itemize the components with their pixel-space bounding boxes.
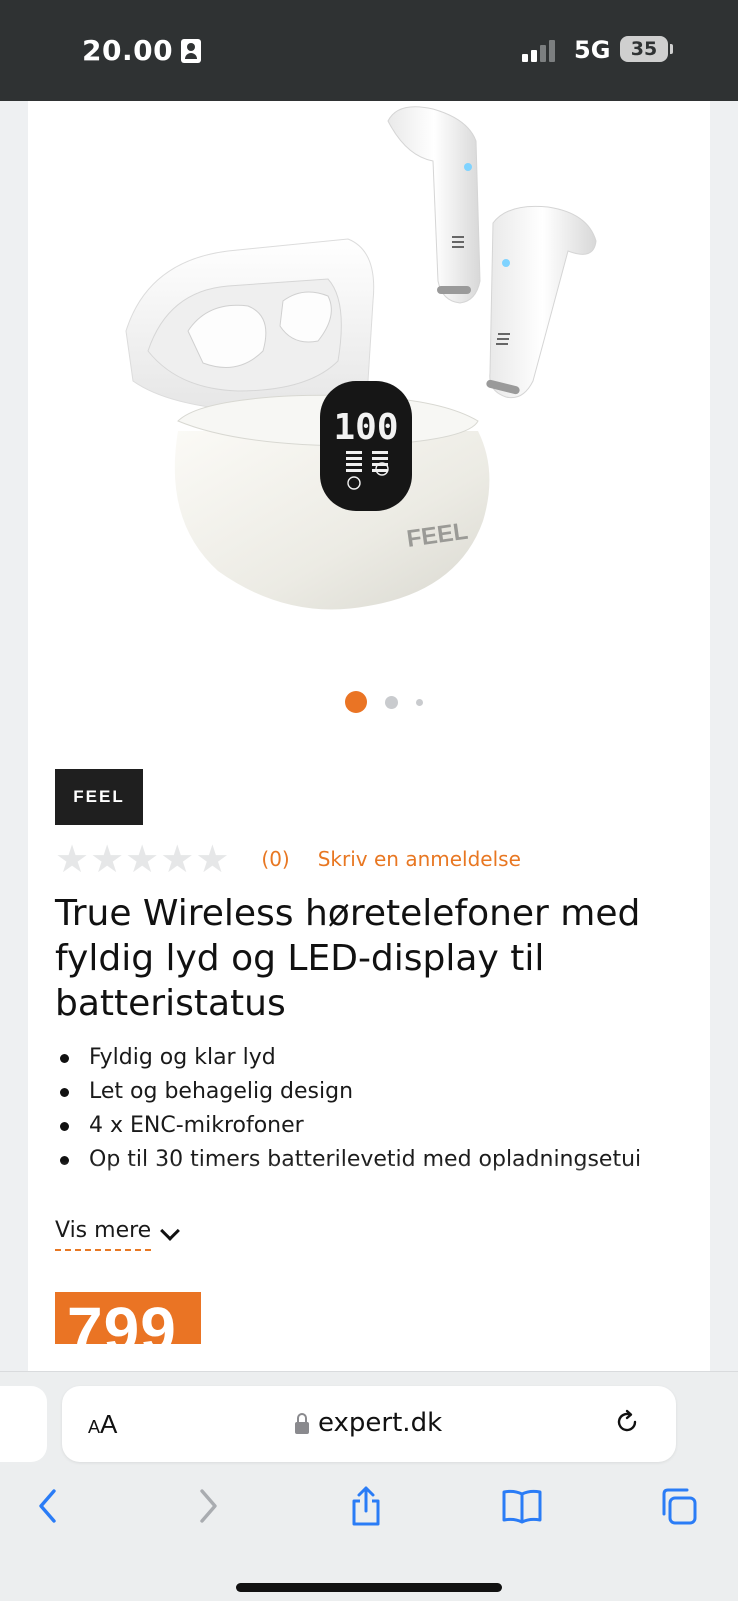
browser-toolbar (0, 1484, 738, 1544)
product-page: 100 FEEL FEEL ★ ★ ★ ★ ★ (0) Skriv en anm… (28, 101, 710, 1371)
home-indicator[interactable] (236, 1583, 502, 1592)
battery-icon: 35 (620, 36, 673, 62)
url-text[interactable]: expert.dk (318, 1408, 442, 1438)
carousel-dot-1[interactable] (345, 691, 367, 713)
feature-fade-overlay (28, 1161, 710, 1211)
feature-item: Fyldig og klar lyd (55, 1041, 695, 1075)
back-button[interactable] (26, 1484, 70, 1528)
chevron-left-icon (39, 1489, 56, 1523)
status-bar: 20.00 5G 35 (0, 0, 738, 101)
show-more-button[interactable]: Vis mere (55, 1218, 181, 1251)
browser-bottom-bar: AA expert.dk (0, 1371, 738, 1601)
status-time: 20.00 (82, 34, 202, 67)
rating-stars: ★ ★ ★ ★ ★ (55, 840, 229, 878)
brand-logo[interactable]: FEEL (55, 769, 143, 825)
forward-button[interactable] (186, 1484, 230, 1528)
product-title: True Wireless høretelefoner med fyldig l… (55, 893, 641, 1024)
tabs-icon (662, 1488, 697, 1525)
star-icon: ★ (125, 837, 160, 881)
carousel-dot-2[interactable] (385, 695, 398, 709)
lock-icon (295, 1413, 309, 1434)
rating-row: ★ ★ ★ ★ ★ (0) Skriv en anmeldelse (55, 839, 521, 879)
product-image[interactable]: 100 FEEL (28, 101, 710, 701)
price-badge: 799 (55, 1292, 201, 1344)
brand-logo-text: FEEL (73, 787, 125, 806)
book-icon (502, 1489, 542, 1524)
tabs-button[interactable] (656, 1484, 700, 1528)
feature-list: Fyldig og klar lyd Let og behagelig desi… (55, 1041, 695, 1177)
reload-icon[interactable] (613, 1408, 641, 1436)
share-icon (352, 1486, 380, 1526)
write-review-link[interactable]: Skriv en anmeldelse (318, 847, 521, 871)
chevron-down-icon (160, 1220, 181, 1241)
carousel-dots[interactable] (28, 691, 710, 713)
feature-item: Let og behagelig design (55, 1075, 695, 1109)
feature-item: 4 x ENC-mikrofoner (55, 1109, 695, 1143)
bookmarks-button[interactable] (500, 1484, 544, 1528)
star-icon: ★ (90, 837, 125, 881)
show-more-label: Vis mere (55, 1218, 152, 1251)
star-icon: ★ (55, 837, 90, 881)
rating-count[interactable]: (0) (261, 847, 289, 871)
previous-tab-preview[interactable] (0, 1386, 47, 1462)
text-size-button[interactable]: AA (88, 1409, 117, 1440)
chevron-right-icon (200, 1489, 217, 1523)
network-type: 5G (574, 36, 611, 64)
price-value: 799 (67, 1294, 177, 1344)
svg-text:100: 100 (333, 407, 398, 448)
focus-person-icon (181, 38, 202, 63)
carousel-dot-3[interactable] (416, 698, 423, 706)
star-icon: ★ (195, 837, 230, 881)
star-icon: ★ (160, 837, 195, 881)
share-button[interactable] (344, 1484, 388, 1528)
address-bar[interactable]: AA expert.dk (62, 1386, 676, 1462)
clock-text: 20.00 (82, 34, 174, 67)
cellular-signal-icon (522, 38, 555, 62)
